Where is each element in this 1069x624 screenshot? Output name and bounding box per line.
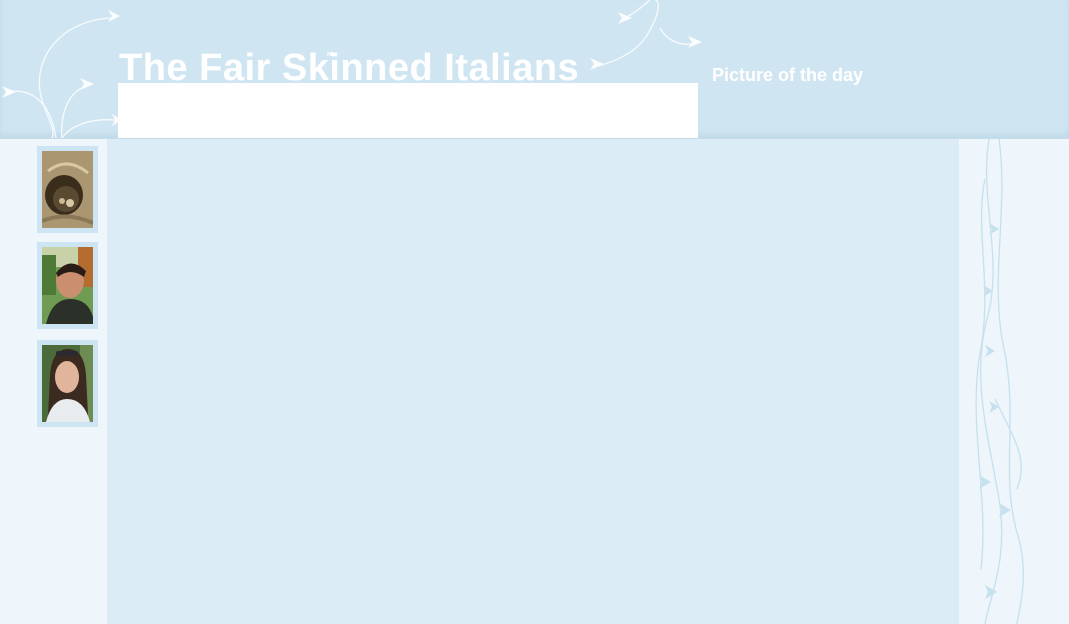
picture-of-the-day-label: Picture of the day xyxy=(712,65,864,85)
thumbnail-woman[interactable] xyxy=(37,340,98,427)
main-content-area xyxy=(107,139,959,624)
snail-icon: ❧ xyxy=(326,47,337,61)
site-header: The Fair Skinned Italians ❧ Picture of t… xyxy=(0,0,1069,139)
vine-column-icon xyxy=(975,139,1025,624)
thumbnail-man[interactable] xyxy=(37,242,98,329)
thumbnail-ultrasound[interactable] xyxy=(37,146,98,233)
thumbnail-sidebar xyxy=(0,139,107,624)
right-decoration-column xyxy=(959,139,1069,624)
woman-portrait-image xyxy=(42,345,93,422)
ultrasound-image xyxy=(42,151,93,228)
title-panel xyxy=(118,83,698,138)
man-portrait-image xyxy=(42,247,93,324)
